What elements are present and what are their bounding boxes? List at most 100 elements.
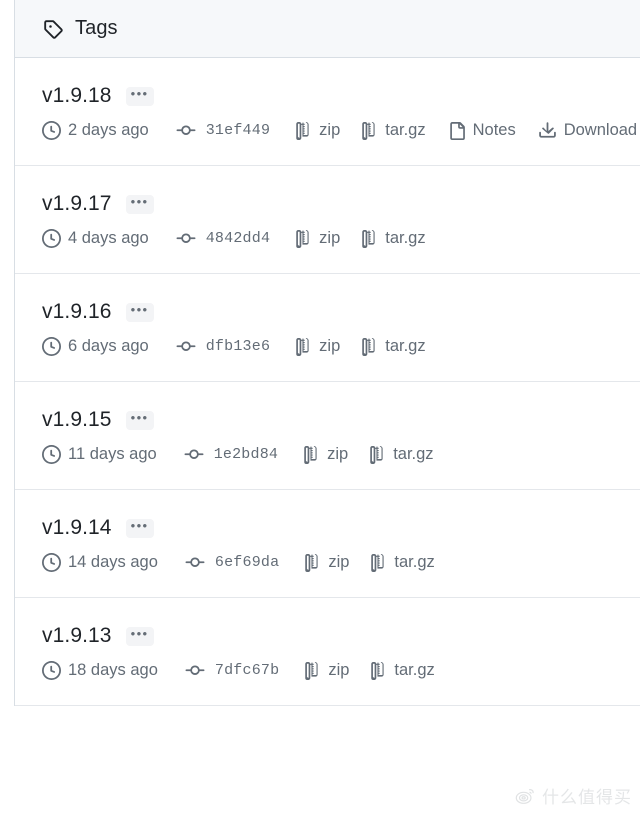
- git-commit-label: 4842dd4: [205, 230, 271, 247]
- git-commit-meta[interactable]: dfb13e6: [175, 337, 270, 356]
- clock-icon: [42, 553, 61, 572]
- clock-label: 14 days ago: [68, 553, 158, 571]
- clock-meta[interactable]: 2 days ago: [42, 121, 149, 140]
- file-zip-meta[interactable]: zip: [294, 121, 340, 140]
- clock-label: 6 days ago: [68, 337, 149, 355]
- file-zip-label: zip: [319, 229, 341, 247]
- git-commit-meta[interactable]: 4842dd4: [175, 229, 270, 248]
- file-zip-icon: [360, 229, 378, 248]
- file-zip-icon: [294, 229, 312, 248]
- tag-row: v1.9.13 ••• 18 days ago 7dfc67b zip tar.gz: [15, 598, 640, 706]
- git-commit-label: 1e2bd84: [213, 446, 279, 463]
- kebab-horizontal-icon[interactable]: •••: [125, 86, 154, 106]
- tag-meta-line: 4 days ago 4842dd4 zip tar.gz: [42, 229, 640, 248]
- kebab-horizontal-icon[interactable]: •••: [125, 626, 154, 646]
- tag-list: v1.9.18 ••• 2 days ago 31ef449 zip tar.gz Note…: [15, 58, 640, 706]
- tag-name-link[interactable]: v1.9.16: [42, 300, 112, 324]
- file-label: Notes: [472, 121, 516, 139]
- download-label: Download: [563, 121, 638, 139]
- clock-meta[interactable]: 4 days ago: [42, 229, 149, 248]
- file-zip-meta[interactable]: zip: [294, 229, 340, 248]
- tags-panel: Tags v1.9.18 ••• 2 days ago 31ef449 zip tar.g…: [14, 0, 640, 706]
- clock-icon: [42, 445, 61, 464]
- file-zip-label: tar.gz: [385, 229, 426, 247]
- targz-meta[interactable]: tar.gz: [368, 445, 434, 464]
- file-zip-meta[interactable]: zip: [303, 661, 349, 680]
- git-commit-label: 31ef449: [205, 122, 271, 139]
- tag-name-link[interactable]: v1.9.18: [42, 84, 112, 108]
- file-zip-label: tar.gz: [394, 553, 435, 571]
- file-zip-icon: [303, 661, 321, 680]
- file-zip-label: tar.gz: [393, 445, 434, 463]
- tag-row: v1.9.18 ••• 2 days ago 31ef449 zip tar.gz Note…: [15, 58, 640, 166]
- kebab-horizontal-icon[interactable]: •••: [125, 410, 154, 430]
- tag-row: v1.9.17 ••• 4 days ago 4842dd4 zip tar.gz: [15, 166, 640, 274]
- tag-name-link[interactable]: v1.9.13: [42, 624, 112, 648]
- git-commit-label: dfb13e6: [205, 338, 271, 355]
- download-meta[interactable]: Download: [538, 121, 637, 140]
- tag-name-link[interactable]: v1.9.17: [42, 192, 112, 216]
- clock-label: 4 days ago: [68, 229, 149, 247]
- tag-name-link[interactable]: v1.9.14: [42, 516, 112, 540]
- git-commit-meta[interactable]: 6ef69da: [184, 553, 279, 572]
- tag-icon: [42, 18, 64, 40]
- git-commit-icon: [175, 229, 197, 248]
- kebab-horizontal-icon[interactable]: •••: [125, 194, 154, 214]
- clock-icon: [42, 661, 61, 680]
- kebab-horizontal-icon[interactable]: •••: [125, 302, 154, 322]
- targz-meta[interactable]: tar.gz: [360, 229, 426, 248]
- tag-row: v1.9.15 ••• 11 days ago 1e2bd84 zip tar.gz: [15, 382, 640, 490]
- file-zip-label: zip: [327, 445, 349, 463]
- tag-name-line: v1.9.16 •••: [42, 300, 640, 324]
- tag-name-line: v1.9.14 •••: [42, 516, 640, 540]
- clock-label: 11 days ago: [68, 445, 157, 463]
- git-commit-meta[interactable]: 1e2bd84: [183, 445, 278, 464]
- file-zip-icon: [302, 445, 320, 464]
- tag-meta-line: 2 days ago 31ef449 zip tar.gz Notes Download: [42, 121, 640, 140]
- file-zip-icon: [369, 661, 387, 680]
- git-commit-label: 7dfc67b: [214, 662, 280, 679]
- git-commit-meta[interactable]: 31ef449: [175, 121, 270, 140]
- download-icon: [538, 121, 557, 140]
- clock-label: 2 days ago: [68, 121, 149, 139]
- clock-meta[interactable]: 14 days ago: [42, 553, 158, 572]
- tag-meta-line: 18 days ago 7dfc67b zip tar.gz: [42, 661, 640, 680]
- file-zip-meta[interactable]: zip: [303, 553, 349, 572]
- tag-name-line: v1.9.13 •••: [42, 624, 640, 648]
- tags-panel-header: Tags: [15, 0, 640, 58]
- file-zip-label: zip: [319, 121, 341, 139]
- clock-meta[interactable]: 18 days ago: [42, 661, 158, 680]
- clock-label: 18 days ago: [68, 661, 158, 679]
- git-commit-icon: [175, 337, 197, 356]
- clock-icon: [42, 121, 61, 140]
- file-zip-meta[interactable]: zip: [302, 445, 348, 464]
- targz-meta[interactable]: tar.gz: [360, 121, 426, 140]
- weibo-logo-icon: [514, 785, 536, 807]
- file-zip-icon: [360, 121, 378, 140]
- file-zip-icon: [294, 121, 312, 140]
- file-zip-label: zip: [328, 661, 350, 679]
- file-zip-icon: [294, 337, 312, 356]
- clock-icon: [42, 229, 61, 248]
- clock-meta[interactable]: 6 days ago: [42, 337, 149, 356]
- clock-meta[interactable]: 11 days ago: [42, 445, 157, 464]
- file-zip-icon: [368, 445, 386, 464]
- targz-meta[interactable]: tar.gz: [360, 337, 426, 356]
- file-zip-label: tar.gz: [385, 121, 426, 139]
- tags-title: Tags: [75, 17, 118, 39]
- tag-name-link[interactable]: v1.9.15: [42, 408, 112, 432]
- targz-meta[interactable]: tar.gz: [369, 553, 435, 572]
- git-commit-label: 6ef69da: [214, 554, 280, 571]
- file-zip-icon: [303, 553, 321, 572]
- watermark-text: 什么值得买: [542, 788, 632, 808]
- targz-meta[interactable]: tar.gz: [369, 661, 435, 680]
- tag-meta-line: 11 days ago 1e2bd84 zip tar.gz: [42, 445, 640, 464]
- file-meta[interactable]: Notes: [448, 121, 516, 140]
- git-commit-meta[interactable]: 7dfc67b: [184, 661, 279, 680]
- tag-name-line: v1.9.17 •••: [42, 192, 640, 216]
- kebab-horizontal-icon[interactable]: •••: [125, 518, 154, 538]
- file-zip-meta[interactable]: zip: [294, 337, 340, 356]
- git-commit-icon: [184, 553, 206, 572]
- file-zip-label: zip: [319, 337, 341, 355]
- file-zip-icon: [360, 337, 378, 356]
